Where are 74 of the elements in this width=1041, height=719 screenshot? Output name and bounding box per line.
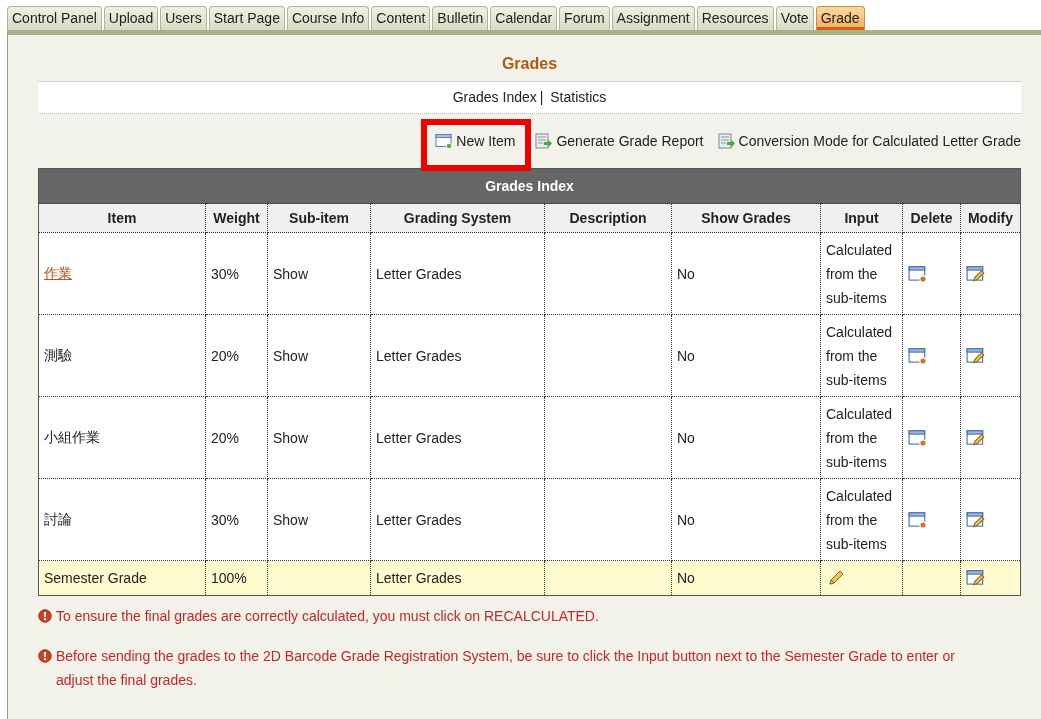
tab[interactable]: Vote xyxy=(775,6,814,30)
column-header: Modify xyxy=(960,203,1021,233)
tab[interactable]: Forum xyxy=(559,6,610,30)
column-header: Description xyxy=(544,203,672,233)
new-window-icon xyxy=(435,133,454,149)
table-cell: No xyxy=(671,478,821,561)
toolbar-link[interactable]: Conversion Mode for Calculated Letter Grade xyxy=(717,133,1021,149)
show-link[interactable]: Show xyxy=(273,347,309,364)
subnav-link[interactable]: Statistics xyxy=(550,89,607,105)
column-header: Grading System xyxy=(370,203,545,233)
delete-icon[interactable] xyxy=(908,346,928,365)
toolbar-link[interactable]: Generate Grade Report xyxy=(535,133,704,149)
tab[interactable]: Start Page xyxy=(208,6,285,30)
item-name: 測驗 xyxy=(44,346,72,363)
show-link[interactable]: Show xyxy=(273,265,309,282)
tab[interactable]: Upload xyxy=(103,6,159,30)
table-cell: No xyxy=(671,232,821,315)
table-cell: Letter Grades xyxy=(370,396,545,479)
edit-window-icon[interactable] xyxy=(966,428,986,447)
table-cell: Calculated from the sub-items xyxy=(820,314,903,397)
item-name: 討論 xyxy=(44,510,72,527)
column-header: Item xyxy=(38,203,206,233)
table-cell: 30% xyxy=(205,232,268,315)
item-link[interactable]: 作業 xyxy=(44,264,72,281)
show-link[interactable]: Show xyxy=(273,429,309,446)
column-header: Show Grades xyxy=(671,203,821,233)
table-cell: 100% xyxy=(205,560,268,596)
delete-icon[interactable] xyxy=(908,510,928,529)
table-cell: Letter Grades xyxy=(370,560,545,596)
column-header: Delete xyxy=(902,203,961,233)
tab[interactable]: Resources xyxy=(696,6,774,30)
table-cell: No xyxy=(671,314,821,397)
column-header: Input xyxy=(820,203,903,233)
separator: | xyxy=(539,89,544,105)
delete-icon[interactable] xyxy=(908,264,928,283)
item-name: Semester Grade xyxy=(44,570,147,586)
table-cell: Letter Grades xyxy=(370,478,545,561)
tab[interactable]: Grade xyxy=(815,6,865,30)
document-arrow-icon xyxy=(717,133,736,149)
table-cell: Letter Grades xyxy=(370,314,545,397)
warning-message: To ensure the final grades are correctly calculated, you must click on RECALCULATED. xyxy=(56,607,599,626)
table-title: Grades Index xyxy=(38,168,1021,204)
tab[interactable]: Content xyxy=(371,6,431,30)
table-cell: No xyxy=(671,396,821,479)
table-cell: Calculated from the sub-items xyxy=(820,232,903,315)
warning-message: Before sending the grades to the 2D Barcode Grade Registration System, be sure to click the Input button next to the Semester Grade to enter or adjust the final grades. xyxy=(56,647,956,690)
edit-window-icon[interactable] xyxy=(966,264,986,283)
tab[interactable]: Calendar xyxy=(490,6,558,30)
toolbar-link[interactable]: New Item xyxy=(435,133,518,157)
table-cell: Letter Grades xyxy=(370,232,545,315)
tab[interactable]: Assignment xyxy=(611,6,695,30)
column-header: Sub-item xyxy=(267,203,371,233)
tab[interactable]: Course Info xyxy=(286,6,370,30)
column-header: Weight xyxy=(205,203,268,233)
table-cell: Calculated from the sub-items xyxy=(820,396,903,479)
tab[interactable]: Bulletin xyxy=(432,6,489,30)
delete-icon[interactable] xyxy=(908,428,928,447)
table-cell: Calculated from the sub-items xyxy=(820,478,903,561)
warning-icon xyxy=(38,609,52,623)
document-arrow-icon xyxy=(535,133,554,149)
table-cell: 30% xyxy=(205,478,268,561)
table-cell: No xyxy=(671,560,821,596)
subnav-link[interactable]: Grades Index xyxy=(452,89,537,105)
tab[interactable]: Users xyxy=(160,6,207,30)
edit-window-icon[interactable] xyxy=(966,510,986,529)
item-name: 小組作業 xyxy=(44,428,100,445)
warning-icon xyxy=(38,649,52,663)
pencil-icon[interactable] xyxy=(826,569,846,587)
tab[interactable]: Control Panel xyxy=(7,6,102,30)
table-cell: 20% xyxy=(205,396,268,479)
edit-window-icon[interactable] xyxy=(966,569,986,587)
edit-window-icon[interactable] xyxy=(966,346,986,365)
show-link[interactable]: Show xyxy=(273,511,309,528)
table-cell: 20% xyxy=(205,314,268,397)
